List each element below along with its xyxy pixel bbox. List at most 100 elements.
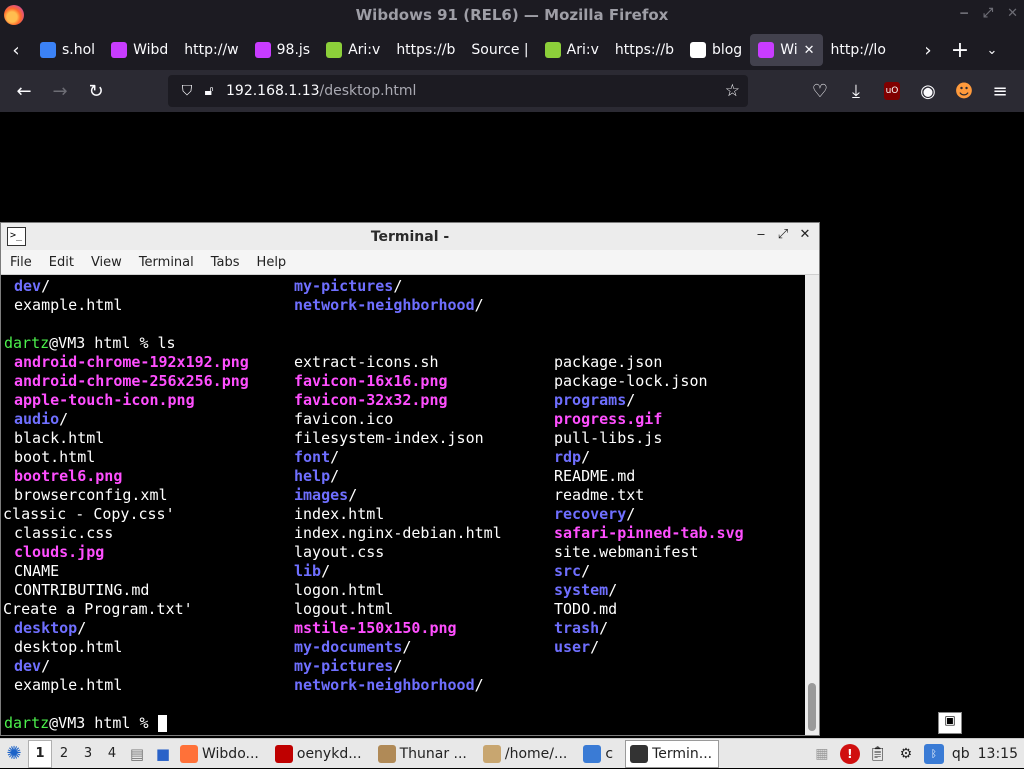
desktop-notes-icon[interactable]: ▣ [938,712,962,734]
clock[interactable]: 13:15 [978,746,1018,762]
file-entry: user/ [554,638,599,657]
menu-help[interactable]: Help [248,255,295,270]
file-suffix: / [59,410,69,428]
workspace-1[interactable]: 1 [28,739,52,768]
terminal-line: dartz@VM3 html % [4,714,805,733]
tab-4[interactable]: Ari:v [318,34,388,66]
tab-5[interactable]: https://b [388,34,463,66]
file-name: filesystem-index.json [294,429,484,447]
tab-2[interactable]: http://w [176,34,246,66]
file-name: 'classic - Copy.css' [1,505,175,523]
file-entry: classic.css [14,524,113,543]
bluetooth-icon[interactable]: ᛒ [923,744,944,764]
taskbar-item-1[interactable]: oenykd... [271,740,368,768]
taskbar-item-0[interactable]: Wibdo... [176,740,265,768]
terminal-window[interactable]: >_ Terminal - ‒ ⤢ ✕ File Edit View Terminal… [0,222,820,736]
file-entry: apple-touch-icon.png [14,391,195,410]
workspace-2[interactable]: 2 [52,740,76,768]
menu-edit[interactable]: Edit [40,255,82,270]
file-name: recovery [554,505,627,523]
forward-icon[interactable]: → [42,75,78,107]
terminal-output[interactable]: dev/my-pictures/example.html network-neig… [1,275,805,735]
tab-10[interactable]: Wi ✕ [750,34,823,66]
file-name: audio [14,410,60,428]
taskbar-item-5[interactable]: Termin... [625,739,720,768]
show-desktop-icon[interactable]: ■ [150,741,176,767]
alert-icon[interactable]: ! [839,744,860,764]
terminal-line: boot.html font/rdp/ [4,448,805,467]
file-name: example.html [14,296,123,314]
file-entry: favicon-16x16.png [294,372,448,391]
file-name: index.nginx-debian.html [294,524,502,542]
file-entry: site.webmanifest [554,543,699,562]
menu-terminal[interactable]: Terminal [130,255,202,270]
file-entry: help/ [294,467,339,486]
file-entry: my-documents/ [294,638,411,657]
tabs-scroll-left-icon[interactable]: ‹ [0,30,32,70]
tab-7[interactable]: Ari:v [537,34,607,66]
file-name: logout.html [294,600,394,618]
file-name: images [294,486,349,504]
taskbar-item-4[interactable]: c [579,740,619,768]
tab-6[interactable]: Source | [463,34,536,66]
menu-view[interactable]: View [82,255,130,270]
minimize-icon[interactable]: ‒ [960,6,969,21]
terminal-maximize-icon[interactable]: ⤢ [775,227,791,242]
start-menu-icon[interactable]: ✺ [0,740,28,768]
url-bar[interactable]: ⛉ 🔓︎ 192.168.1.13/desktop.html ☆ [168,75,748,107]
file-name: extract-icons.sh [294,353,439,371]
tab-0[interactable]: s.hol [32,34,103,66]
terminal-titlebar[interactable]: >_ Terminal - ‒ ⤢ ✕ [1,223,819,250]
extension-fox-icon[interactable]: ☻ [948,75,980,107]
qbittorrent-tray-label[interactable]: qb [952,746,970,762]
file-name: pull-libs.js [554,429,663,447]
firefox-logo-icon[interactable] [4,5,24,25]
tab-8[interactable]: https://b [607,34,682,66]
ari-icon [544,42,561,58]
tab-11[interactable]: http://lo [823,34,894,66]
file-entry: layout.css [294,543,384,562]
list-tabs-icon[interactable]: ⌄ [976,30,1008,70]
pocket-icon[interactable]: ♡ [804,75,836,107]
tab-1[interactable]: Wibd [103,34,176,66]
filezilla-icon [274,744,293,763]
bookmark-star-icon[interactable]: ☆ [725,81,740,101]
workspace-3[interactable]: 3 [76,740,100,768]
clipboard-icon[interactable]: 📋︎ [868,744,888,764]
extension-glasses-icon[interactable]: ◉ [912,75,944,107]
terminal-window-controls: ‒ ⤢ ✕ [753,227,813,242]
app-menu-icon[interactable]: ≡ [984,75,1016,107]
network-icon[interactable]: ⚙ [896,744,916,764]
back-icon[interactable]: ← [6,75,42,107]
terminal-minimize-icon[interactable]: ‒ [753,227,769,242]
taskbar-item-2[interactable]: Thunar ... [374,740,473,768]
tab-label: 98.js [276,42,311,58]
file-entry: CONTRIBUTING.md [14,581,149,600]
tracking-protection-icon[interactable]: ⛉ [176,83,198,99]
prompt-user: dartz [4,714,50,732]
ublock-origin-icon[interactable]: uO [876,75,908,107]
menu-file[interactable]: File [1,255,40,270]
insecure-lock-icon[interactable]: 🔓︎ [198,83,220,99]
file-manager-launcher-icon[interactable]: ▤ [124,741,150,767]
file-name: my-documents [294,638,403,656]
tabs-scroll-right-icon[interactable]: › [912,30,944,70]
new-tab-icon[interactable]: + [944,30,976,70]
taskbar-item-3[interactable]: /home/... [479,740,573,768]
tab-label: s.hol [62,42,96,58]
file-entry: android-chrome-256x256.png [14,372,249,391]
downloads-icon[interactable]: ⤓ [840,75,872,107]
tab-9[interactable]: blog [682,34,750,66]
terminal-scrollbar[interactable] [805,275,819,735]
reload-icon[interactable]: ↻ [78,75,114,107]
terminal-scrollbar-thumb[interactable] [808,683,816,731]
close-icon[interactable]: ✕ [1007,6,1018,21]
file-name: user [554,638,591,656]
workspace-4[interactable]: 4 [100,740,124,768]
maximize-icon[interactable]: ⤢ [983,6,993,21]
url-text[interactable]: 192.168.1.13/desktop.html [226,83,416,99]
menu-tabs[interactable]: Tabs [202,255,248,270]
terminal-close-icon[interactable]: ✕ [797,227,813,242]
tab-close-icon[interactable]: ✕ [804,43,815,58]
tab-3[interactable]: 98.js [247,34,318,66]
